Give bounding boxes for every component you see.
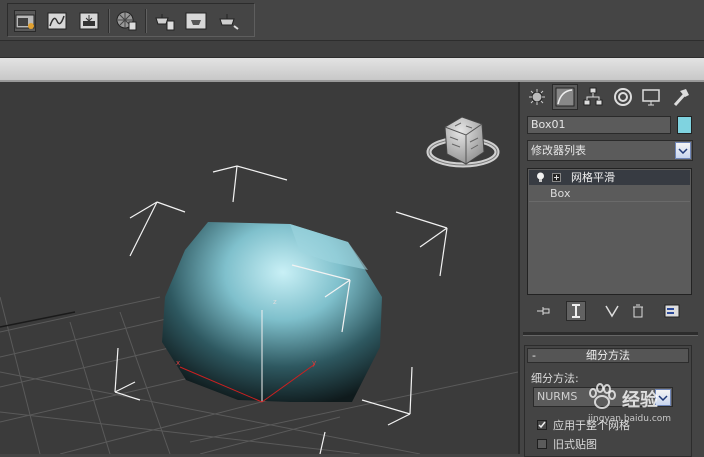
toolbar-strip <box>0 40 704 58</box>
motion-icon <box>614 88 632 106</box>
chevron-down-icon[interactable] <box>655 389 671 406</box>
ribbon-strip <box>0 58 704 82</box>
show-end-result-icon <box>572 304 580 318</box>
modifier-list-label: 修改器列表 <box>531 144 586 157</box>
chevron-down-icon[interactable] <box>675 142 691 159</box>
display-monitor-icon <box>642 89 660 106</box>
modifier-list-dropdown[interactable]: 修改器列表 <box>527 140 693 161</box>
utilities-tab[interactable] <box>668 84 694 110</box>
subdivision-method-label: 细分方法: <box>531 372 579 385</box>
remove-modifier-button[interactable] <box>628 301 648 321</box>
rollout-title: 细分方法 <box>586 349 630 362</box>
legacy-mapping-label: 旧式贴图 <box>553 438 597 451</box>
modify-tab[interactable] <box>552 84 578 110</box>
stack-modifier-label: 网格平滑 <box>571 171 615 184</box>
utilities-hammer-icon <box>673 89 689 107</box>
make-unique-icon <box>605 305 619 318</box>
stack-item-meshsmooth[interactable]: 网格平滑 <box>529 170 690 185</box>
grid-axis-line <box>0 311 76 328</box>
apply-to-whole-mesh-checkbox[interactable] <box>537 420 547 430</box>
collapse-toggle[interactable]: - <box>532 349 536 362</box>
hierarchy-icon <box>583 87 603 106</box>
motion-tab[interactable] <box>610 84 636 110</box>
object-name-field[interactable]: Box01 <box>527 116 671 134</box>
command-panel: Box01 修改器列表 网格平滑 Box - 细分方法 细分方法: NURMS … <box>520 82 704 457</box>
rendering-toolbar-group <box>7 3 255 37</box>
rendered-frame-window-button[interactable] <box>185 10 207 32</box>
apply-to-whole-mesh-label: 应用于整个网格 <box>553 419 630 432</box>
modify-curve-icon <box>555 87 575 107</box>
make-unique-button[interactable] <box>602 301 622 321</box>
main-toolbar <box>0 0 704 40</box>
trash-icon <box>633 304 643 318</box>
material-editor-button[interactable] <box>116 10 138 32</box>
subdivision-method-dropdown[interactable]: NURMS <box>533 387 673 407</box>
display-tab[interactable] <box>638 84 664 110</box>
create-tab[interactable] <box>524 84 550 110</box>
hierarchy-tab[interactable] <box>580 84 606 110</box>
curve-editor-button[interactable] <box>46 10 68 32</box>
perspective-viewport[interactable]: z x y <box>0 82 518 454</box>
schematic-view-icon <box>79 12 99 30</box>
stack-tools <box>530 301 690 321</box>
viewcube[interactable] <box>426 116 500 168</box>
lightbulb-icon[interactable] <box>536 172 545 183</box>
viewport-canvas: z x y <box>0 116 518 454</box>
subdivision-method-value: NURMS <box>537 390 578 403</box>
rollout-header[interactable]: - 细分方法 <box>527 348 689 363</box>
gizmo-x-label: x <box>176 359 180 367</box>
schematic-view-button[interactable] <box>78 10 100 32</box>
render-production-icon <box>219 14 239 30</box>
toolbar-separator <box>108 9 110 33</box>
panel-separator <box>523 332 698 336</box>
modifier-stack: 网格平滑 Box <box>527 168 692 295</box>
scene-explorer-button[interactable] <box>14 10 36 32</box>
render-production-button[interactable] <box>218 10 240 32</box>
command-panel-tabs <box>522 84 700 112</box>
pin-stack-button[interactable] <box>534 301 554 321</box>
toolbar-separator <box>145 9 147 33</box>
render-setup-button[interactable] <box>153 10 175 32</box>
object-color-swatch[interactable] <box>677 116 692 134</box>
gizmo-z-label: z <box>273 298 277 306</box>
checkmark-icon <box>538 421 546 429</box>
gizmo-y-label: y <box>312 359 316 367</box>
legacy-mapping-checkbox[interactable] <box>537 439 547 449</box>
rendered-frame-window-icon <box>185 12 207 30</box>
render-setup-icon <box>155 14 175 31</box>
curve-editor-icon <box>47 12 67 30</box>
material-editor-icon <box>116 11 137 31</box>
configure-sets-icon <box>664 304 680 318</box>
expand-toggle-icon[interactable] <box>552 173 561 182</box>
configure-modifier-sets-button[interactable] <box>662 301 682 321</box>
stack-item-base-object[interactable]: Box <box>529 186 690 202</box>
show-end-result-button[interactable] <box>566 301 586 321</box>
create-sun-icon <box>529 89 545 105</box>
scene-explorer-icon <box>15 14 35 29</box>
pin-icon <box>537 307 550 315</box>
